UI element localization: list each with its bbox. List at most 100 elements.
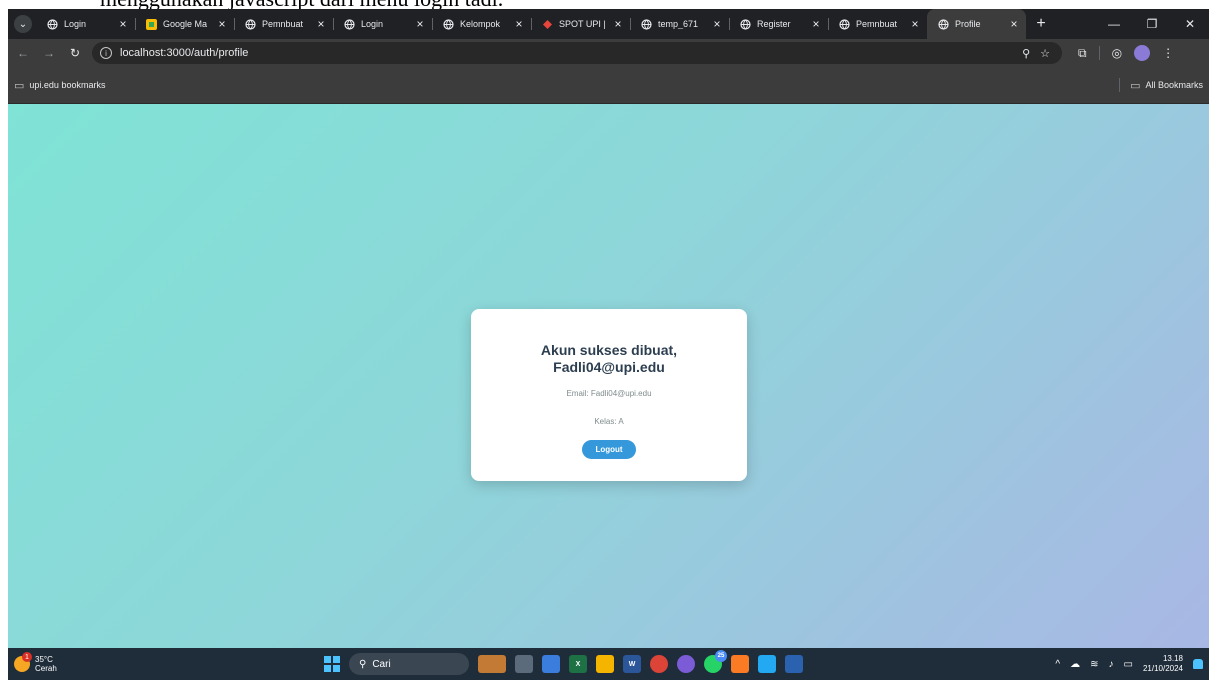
excel-icon[interactable]: X — [569, 655, 587, 673]
extensions-icon[interactable]: ⧉ — [1078, 46, 1087, 61]
clock[interactable]: 13.18 21/10/2024 — [1143, 654, 1183, 674]
globe-icon — [838, 18, 850, 30]
weather-widget[interactable]: 1 35°C Cerah — [14, 652, 57, 673]
profile-email: Email: Fadli04@upi.edu — [566, 389, 652, 398]
zoom-icon[interactable]: ⚲ — [1022, 47, 1030, 60]
tab-item[interactable]: Pemnbuat × — [234, 9, 333, 39]
menu-dots-icon[interactable]: ⋮ — [1162, 46, 1174, 60]
globe-icon — [640, 18, 652, 30]
vpn-shield-icon[interactable]: ◎ — [1112, 46, 1122, 60]
file-explorer-icon[interactable] — [596, 655, 614, 673]
tab-title: SPOT UPI | — [559, 19, 606, 29]
tab-item[interactable]: Register × — [729, 9, 828, 39]
back-icon[interactable]: ← — [12, 42, 34, 64]
tab-item[interactable]: Login × — [333, 9, 432, 39]
tab-search-icon[interactable]: ⌄ — [14, 15, 32, 33]
folder-icon: ▭ — [14, 79, 25, 92]
tab-item[interactable]: Google Ma × — [135, 9, 234, 39]
speaker-icon[interactable]: ♪ — [1109, 659, 1114, 670]
chrome-icon[interactable] — [650, 655, 668, 673]
bookmark-folder-upi[interactable]: ▭ upi.edu bookmarks — [14, 79, 105, 92]
profile-card: Akun sukses dibuat, Fadli04@upi.edu Emai… — [471, 309, 747, 481]
cloud-icon[interactable]: ☁ — [1070, 659, 1080, 670]
google-maps-icon — [145, 18, 157, 30]
vscode-icon[interactable] — [758, 655, 776, 673]
tab-title: Pemnbuat — [856, 19, 898, 29]
tab-item[interactable]: Pemnbuat × — [828, 9, 927, 39]
tab-strip: ⌄ Login × Google Ma × Pemnbuat × Login × Kelompo… — [8, 9, 1209, 39]
tab-item[interactable]: Login × — [36, 9, 135, 39]
taskbar: 1 35°C Cerah ⚲ Cari X W 25 ^ ☁ ≋ ♪ ▭ 13.… — [8, 648, 1209, 680]
tab-close-icon[interactable]: × — [414, 17, 426, 31]
word-icon[interactable]: W — [623, 655, 641, 673]
site-info-icon[interactable]: i — [100, 47, 112, 59]
tab-close-icon[interactable]: × — [810, 17, 822, 31]
globe-icon — [343, 18, 355, 30]
address-bar[interactable]: i localhost:3000/auth/profile ⚲ ☆ — [92, 42, 1062, 64]
tab-close-icon[interactable]: × — [612, 17, 624, 31]
store-icon[interactable] — [542, 655, 560, 673]
whatsapp-icon[interactable]: 25 — [704, 650, 727, 673]
url-text[interactable]: localhost:3000/auth/profile — [120, 47, 1022, 59]
bookmarks-divider — [1119, 78, 1121, 92]
taskbar-search-label: Cari — [372, 658, 391, 670]
tab-title: Register — [757, 19, 791, 29]
bookmarks-bar: ▭ upi.edu bookmarks ▭ All Bookmarks — [8, 67, 1209, 104]
document-cutoff-text: menggunakan javascript dari menu login t… — [100, 0, 503, 9]
profile-title: Akun sukses dibuat, Fadli04@upi.edu — [540, 342, 678, 375]
search-icon: ⚲ — [359, 658, 367, 670]
tab-title: Profile — [955, 19, 981, 29]
reload-icon[interactable]: ↻ — [64, 42, 86, 64]
copilot-icon[interactable] — [677, 655, 695, 673]
forward-icon[interactable]: → — [38, 42, 60, 64]
profile-avatar[interactable] — [1134, 45, 1151, 61]
windows-start-icon[interactable] — [324, 656, 340, 672]
tab-item[interactable]: temp_671 × — [630, 9, 729, 39]
tab-title: Pemnbuat — [262, 19, 304, 29]
tab-title: Google Ma — [163, 19, 208, 29]
toolbar-divider — [1098, 46, 1100, 60]
tab-item[interactable]: Kelompok × — [432, 9, 531, 39]
tab-active[interactable]: Profile × — [927, 9, 1026, 39]
wifi-icon[interactable]: ≋ — [1090, 659, 1098, 670]
chevron-up-icon[interactable]: ^ — [1055, 659, 1060, 670]
clock-date: 21/10/2024 — [1142, 664, 1183, 673]
globe-icon — [46, 18, 58, 30]
bookmark-star-icon[interactable]: ☆ — [1040, 47, 1050, 60]
globe-icon — [739, 18, 751, 30]
tab-close-icon[interactable]: × — [1008, 17, 1020, 31]
globe-icon — [244, 18, 256, 30]
close-window-icon[interactable]: ✕ — [1171, 9, 1209, 39]
tab-title: Login — [361, 19, 384, 29]
tab-close-icon[interactable]: × — [513, 17, 525, 31]
restore-icon[interactable]: ❐ — [1133, 9, 1171, 39]
tab-close-icon[interactable]: × — [315, 17, 327, 31]
weather-temp: 35°C — [35, 655, 53, 664]
taskbar-apps: ⚲ Cari X W 25 — [324, 648, 803, 680]
folder-icon: ▭ — [1130, 79, 1141, 92]
battery-icon[interactable]: ▭ — [1124, 659, 1133, 670]
minimize-icon[interactable]: — — [1095, 9, 1133, 39]
all-bookmarks-button[interactable]: ▭ All Bookmarks — [1130, 79, 1203, 92]
tab-item[interactable]: SPOT UPI | × — [531, 9, 630, 39]
people-widget-icon[interactable] — [478, 655, 506, 673]
sun-icon: 1 — [14, 652, 32, 672]
tab-close-icon[interactable]: × — [909, 17, 921, 31]
tab-close-icon[interactable]: × — [216, 17, 228, 31]
image-viewer-icon[interactable] — [785, 655, 803, 673]
tab-close-icon[interactable]: × — [711, 17, 723, 31]
xampp-icon[interactable] — [731, 655, 749, 673]
tab-title: Kelompok — [460, 19, 501, 29]
taskbar-search[interactable]: ⚲ Cari — [349, 653, 469, 675]
all-bookmarks-label: All Bookmarks — [1145, 80, 1203, 90]
tab-close-icon[interactable]: × — [117, 17, 129, 31]
new-tab-button[interactable]: + — [1030, 15, 1052, 33]
globe-icon — [442, 18, 454, 30]
logout-button[interactable]: Logout — [582, 440, 636, 459]
upi-icon — [541, 18, 553, 30]
document-strip: menggunakan javascript dari menu login t… — [0, 0, 1209, 9]
globe-icon — [937, 18, 949, 30]
task-view-icon[interactable] — [515, 655, 533, 673]
desktop-screen: ⌄ Login × Google Ma × Pemnbuat × Login × Kelompo… — [8, 9, 1209, 680]
notification-bell-icon[interactable] — [1193, 659, 1203, 669]
